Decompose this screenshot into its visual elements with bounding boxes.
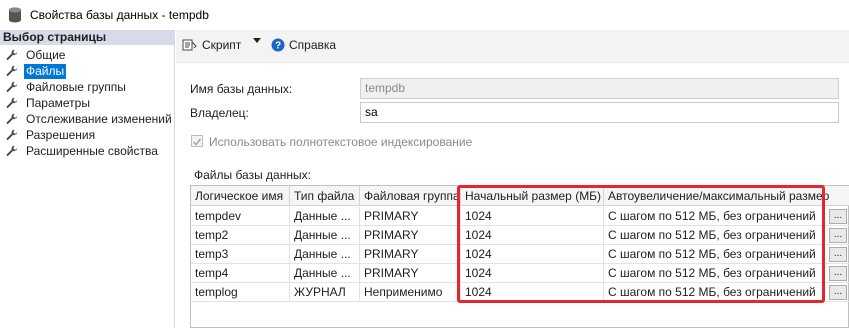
script-button[interactable]: Скрипт bbox=[182, 38, 241, 52]
script-icon bbox=[182, 39, 197, 51]
col-autogrowth[interactable]: Автоувеличение/максимальный размер bbox=[604, 186, 849, 206]
autogrowth-edit-button[interactable]: ... bbox=[829, 228, 847, 243]
sidebar-item-general[interactable]: Общие bbox=[6, 47, 67, 63]
cell-logical-name[interactable]: templog bbox=[191, 283, 290, 302]
table-row[interactable]: temp2 Данные ... PRIMARY 1024 С шагом по… bbox=[191, 226, 849, 245]
col-file-type[interactable]: Тип файла bbox=[290, 186, 360, 206]
sidebar-item-extended-properties[interactable]: Расширенные свойства bbox=[6, 143, 160, 159]
script-label: Скрипт bbox=[202, 38, 242, 52]
wrench-icon bbox=[6, 97, 18, 108]
fulltext-label: Использовать полнотекстовое индексирован… bbox=[209, 135, 473, 149]
cell-filegroup[interactable]: PRIMARY bbox=[360, 264, 461, 283]
cell-file-type[interactable]: Данные ... bbox=[290, 226, 360, 245]
title-bar: Свойства базы данных - tempdb bbox=[0, 0, 849, 30]
wrench-icon bbox=[6, 145, 18, 156]
window-title: Свойства базы данных - tempdb bbox=[30, 8, 209, 22]
cell-initial-size[interactable]: 1024 bbox=[461, 264, 604, 283]
col-filegroup[interactable]: Файловая группа bbox=[360, 186, 461, 206]
owner-field[interactable]: sa bbox=[360, 102, 839, 123]
cell-initial-size[interactable]: 1024 bbox=[461, 207, 604, 226]
cell-logical-name[interactable]: tempdev bbox=[191, 207, 290, 226]
col-initial-size[interactable]: Начальный размер (МБ) bbox=[461, 186, 604, 206]
table-row[interactable]: tempdev Данные ... PRIMARY 1024 С шагом … bbox=[191, 207, 849, 226]
fulltext-checkbox bbox=[191, 135, 203, 147]
db-files-label: Файлы базы данных: bbox=[194, 168, 311, 182]
table-row[interactable]: templog ЖУРНАЛ Неприменимо 1024 С шагом … bbox=[191, 283, 849, 302]
wrench-icon bbox=[6, 81, 18, 92]
check-icon bbox=[193, 138, 202, 146]
cell-autogrowth: С шагом по 512 МБ, без ограничений bbox=[608, 285, 816, 299]
table-row[interactable]: temp4 Данные ... PRIMARY 1024 С шагом по… bbox=[191, 264, 849, 283]
cell-filegroup[interactable]: PRIMARY bbox=[360, 226, 461, 245]
cell-initial-size[interactable]: 1024 bbox=[461, 283, 604, 302]
database-icon bbox=[9, 7, 21, 23]
wrench-icon bbox=[6, 49, 18, 60]
autogrowth-edit-button[interactable]: ... bbox=[829, 285, 847, 300]
sidebar-header: Выбор страницы bbox=[0, 30, 175, 45]
grid-header: Логическое имя Тип файла Файловая группа… bbox=[191, 186, 849, 206]
help-icon: ? bbox=[271, 38, 285, 52]
cell-logical-name[interactable]: temp2 bbox=[191, 226, 290, 245]
cell-initial-size[interactable]: 1024 bbox=[461, 245, 604, 264]
help-label: Справка bbox=[289, 38, 337, 52]
cell-autogrowth: С шагом по 512 МБ, без ограничений bbox=[608, 247, 816, 261]
cell-autogrowth: С шагом по 512 МБ, без ограничений bbox=[608, 228, 816, 242]
sidebar-item-label: Отслеживание изменений bbox=[26, 111, 172, 126]
cell-file-type[interactable]: Данные ... bbox=[290, 264, 360, 283]
owner-label: Владелец: bbox=[190, 106, 249, 120]
sidebar-item-filegroups[interactable]: Файловые группы bbox=[6, 79, 128, 95]
cell-file-type[interactable]: Данные ... bbox=[290, 245, 360, 264]
cell-autogrowth: С шагом по 512 МБ, без ограничений bbox=[608, 266, 816, 280]
db-name-field: tempdb bbox=[360, 78, 839, 99]
help-button[interactable]: ? Справка bbox=[271, 38, 336, 52]
table-row[interactable]: temp3 Данные ... PRIMARY 1024 С шагом по… bbox=[191, 245, 849, 264]
autogrowth-edit-button[interactable]: ... bbox=[829, 209, 847, 224]
sidebar-item-label: Параметры bbox=[26, 95, 90, 110]
svg-text:?: ? bbox=[275, 41, 281, 52]
sidebar-item-change-tracking[interactable]: Отслеживание изменений bbox=[6, 111, 174, 127]
cell-filegroup[interactable]: Неприменимо bbox=[360, 283, 461, 302]
wrench-icon bbox=[6, 65, 18, 76]
autogrowth-edit-button[interactable]: ... bbox=[829, 266, 847, 281]
sidebar-item-label: Общие bbox=[26, 47, 66, 62]
cell-initial-size[interactable]: 1024 bbox=[461, 226, 604, 245]
cell-file-type[interactable]: Данные ... bbox=[290, 207, 360, 226]
sidebar-item-options[interactable]: Параметры bbox=[6, 95, 92, 111]
autogrowth-edit-button[interactable]: ... bbox=[829, 247, 847, 262]
wrench-icon bbox=[6, 113, 18, 124]
wrench-icon bbox=[6, 129, 18, 140]
toolbar-divider bbox=[176, 62, 849, 63]
main-panel: Скрипт ? Справка Имя базы данных: tempdb… bbox=[176, 30, 849, 328]
db-files-grid: Логическое имя Тип файла Файловая группа… bbox=[190, 185, 849, 328]
cell-logical-name[interactable]: temp3 bbox=[191, 245, 290, 264]
toolbar: Скрипт ? Справка bbox=[176, 30, 849, 62]
sidebar-item-permissions[interactable]: Разрешения bbox=[6, 127, 97, 143]
page-selector-sidebar: Выбор страницы Общие Файлы Файловые груп… bbox=[0, 30, 175, 328]
cell-filegroup[interactable]: PRIMARY bbox=[360, 207, 461, 226]
sidebar-item-files[interactable]: Файлы bbox=[6, 63, 67, 79]
sidebar-item-label: Разрешения bbox=[26, 127, 96, 142]
col-logical-name[interactable]: Логическое имя bbox=[191, 186, 290, 206]
sidebar-item-label: Расширенные свойства bbox=[26, 143, 158, 158]
sidebar-item-label: Файловые группы bbox=[26, 79, 126, 94]
cell-filegroup[interactable]: PRIMARY bbox=[360, 245, 461, 264]
sidebar-item-label: Файлы bbox=[24, 63, 67, 79]
cell-logical-name[interactable]: temp4 bbox=[191, 264, 290, 283]
script-dropdown-button[interactable] bbox=[253, 38, 261, 44]
cell-file-type[interactable]: ЖУРНАЛ bbox=[290, 283, 360, 302]
cell-autogrowth: С шагом по 512 МБ, без ограничений bbox=[608, 209, 816, 223]
chevron-down-icon bbox=[253, 38, 261, 43]
db-name-label: Имя базы данных: bbox=[190, 82, 293, 96]
